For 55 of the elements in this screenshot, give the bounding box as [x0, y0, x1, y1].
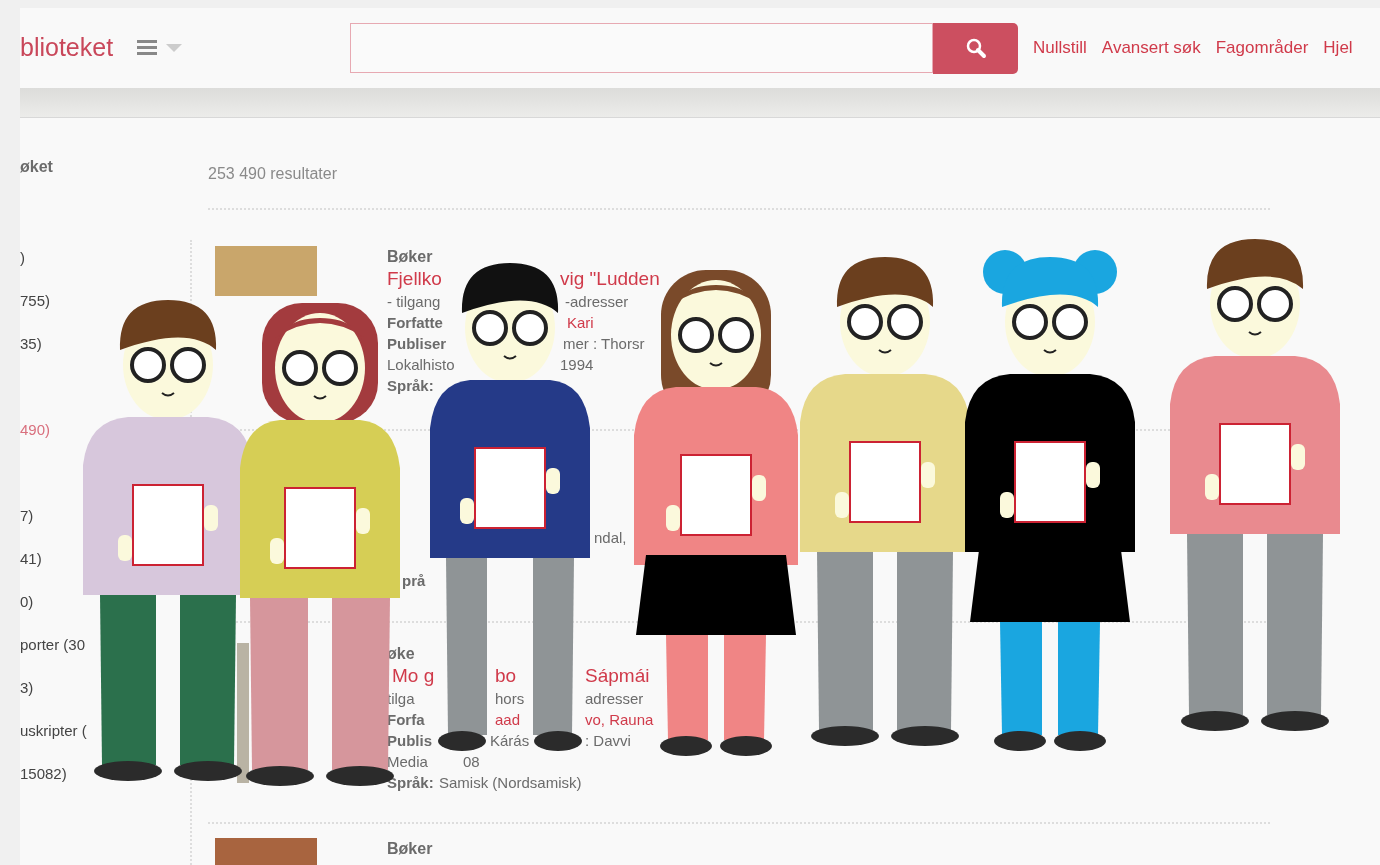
nav-link[interactable]: Nullstill — [1033, 35, 1087, 61]
field-value: Lokalhisto — [387, 356, 455, 373]
filter-item[interactable]: 755) — [20, 279, 51, 322]
filter-item[interactable]: 3) — [20, 666, 34, 709]
filter-item[interactable]: 41) — [20, 537, 42, 580]
field-label: Publis — [387, 732, 432, 749]
result-count: 253 490 resultater — [208, 162, 1270, 210]
filter-item[interactable]: 0) — [20, 580, 34, 623]
author-link[interactable]: vo, Rauna — [585, 711, 654, 728]
field-label: Publiser — [387, 335, 447, 352]
field-value: Samisk (Nordsamisk) — [439, 774, 582, 791]
result-title[interactable]: Mo g — [392, 665, 435, 686]
filter-item[interactable]: ) — [20, 236, 25, 279]
filter-item[interactable]: 490) — [20, 408, 51, 451]
result-title[interactable]: Sápmái — [585, 665, 650, 686]
field-label: Språk: — [387, 377, 434, 394]
field-label: prå — [402, 572, 426, 589]
field-label: Forfatte — [387, 314, 443, 331]
search-button[interactable] — [933, 22, 1018, 74]
author-link[interactable]: Kari — [567, 314, 594, 331]
sidebar-heading: øket — [20, 157, 53, 177]
filter-item[interactable]: porter (30 — [20, 623, 86, 666]
result-title[interactable]: bo — [495, 665, 517, 686]
filter-item[interactable]: 35) — [20, 322, 42, 365]
field-value: ndal, — [594, 529, 627, 546]
field-value: 08 — [463, 753, 480, 770]
field-value: 1994 — [560, 356, 594, 373]
author-link[interactable]: aad — [495, 711, 521, 728]
field-value: - tilgang — [387, 293, 441, 310]
field-value: adresser — [585, 690, 644, 707]
field-label: Språk: — [387, 774, 434, 791]
cover-placeholder[interactable] — [237, 643, 249, 783]
search-field[interactable] — [350, 23, 933, 73]
result-title[interactable]: Fjellko — [387, 268, 442, 289]
nav-link[interactable]: Avansert søk — [1101, 35, 1201, 61]
field-value: tilga — [387, 690, 415, 707]
field-value: -adresser — [565, 293, 629, 310]
field-value: hors — [495, 690, 525, 707]
result-type: Bøker — [387, 247, 433, 267]
field-label: Forfa — [387, 711, 425, 728]
nav-link[interactable]: Fagområder — [1215, 35, 1309, 61]
filter-item[interactable]: 15082) — [20, 752, 67, 795]
field-value: mer : Thorsr — [563, 335, 645, 352]
search-icon — [964, 37, 987, 59]
field-value: : Davvi — [585, 732, 631, 749]
filter-item[interactable]: uskripter ( — [20, 709, 87, 752]
nav-link[interactable]: Hjel — [1323, 35, 1353, 61]
result-type: Bøker — [387, 839, 433, 859]
caret-icon[interactable] — [166, 44, 182, 52]
result-title[interactable]: vig "Ludden — [560, 268, 660, 289]
filter-item[interactable]: 7) — [20, 494, 34, 537]
field-value: Kárás — [490, 732, 530, 749]
field-value: Media — [387, 753, 428, 770]
site-logo[interactable]: blioteket — [20, 29, 137, 67]
menu-icon[interactable] — [137, 40, 157, 56]
